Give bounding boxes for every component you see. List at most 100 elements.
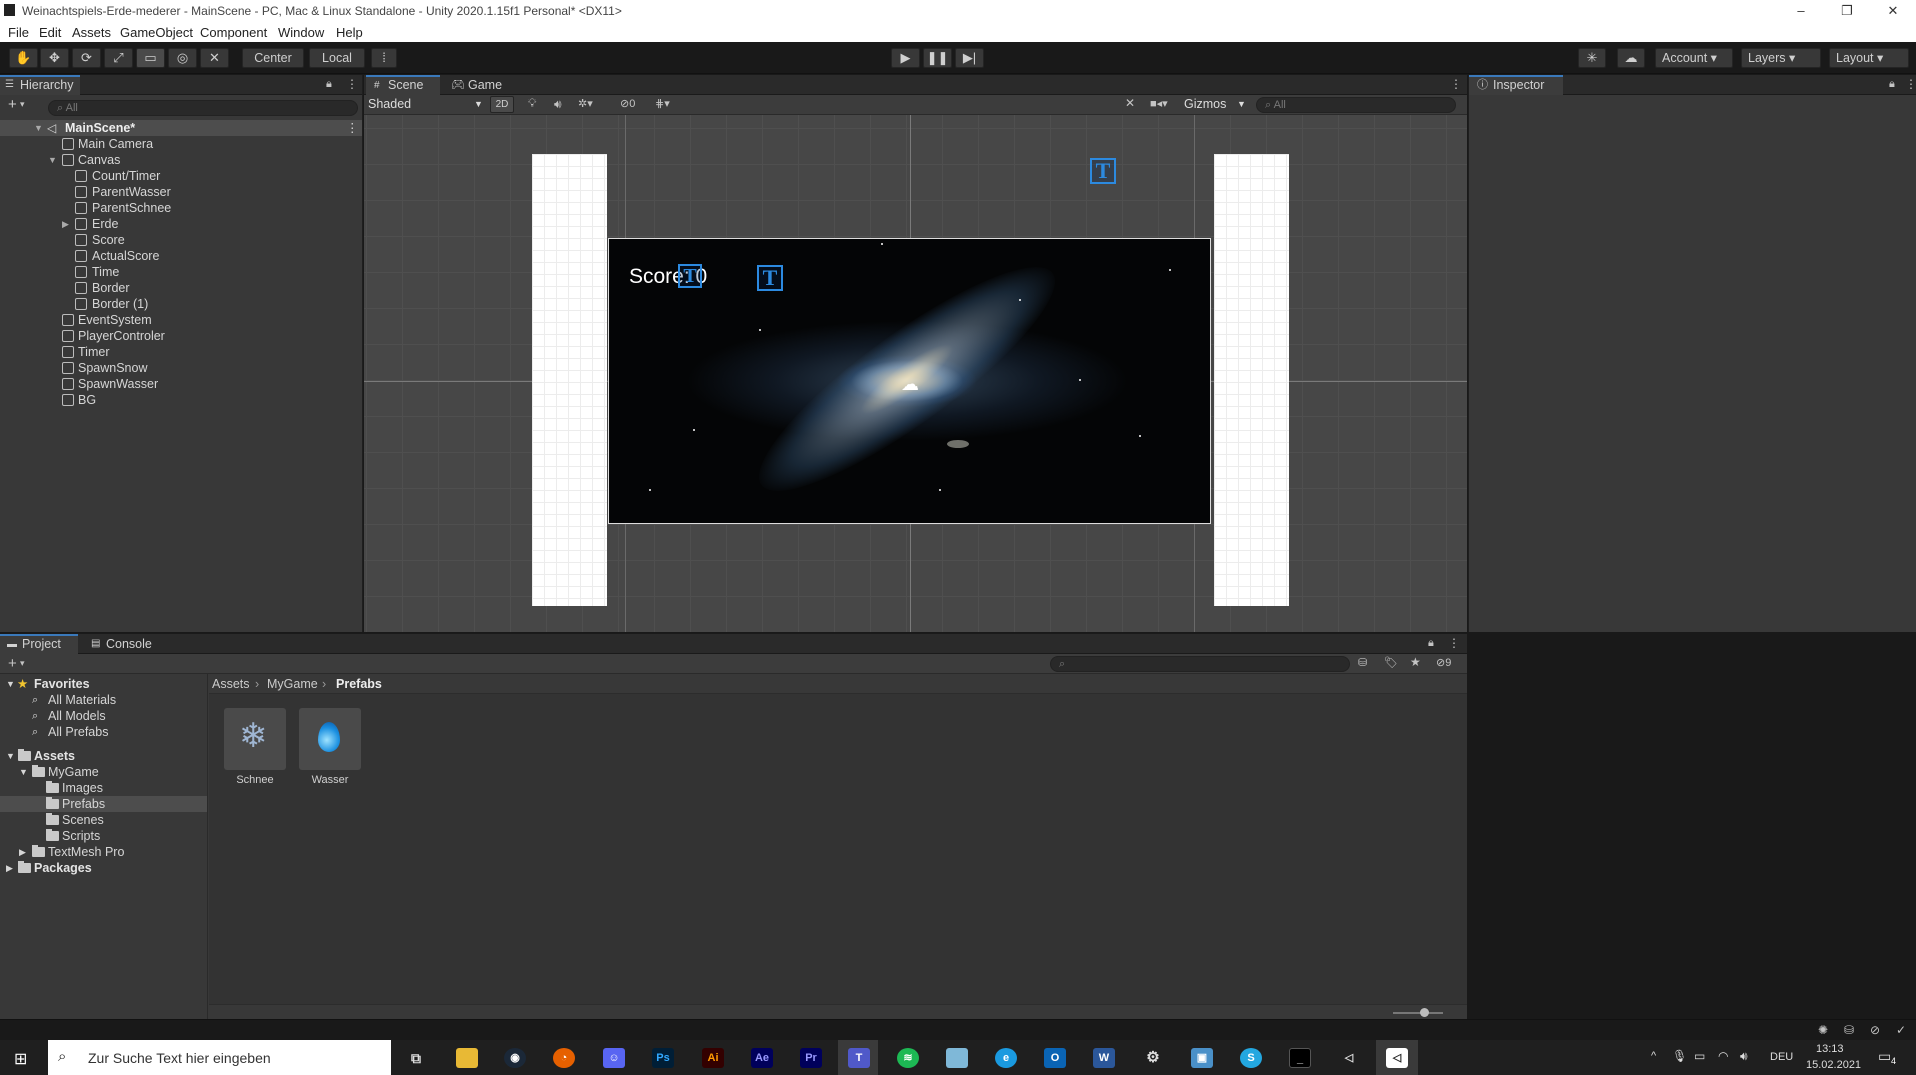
restore-button[interactable]: ❐ [1824,0,1870,22]
hierarchy-item-bg[interactable]: BG [0,392,362,408]
battery-icon[interactable]: ▭ [1694,1049,1705,1063]
pivot-center-toggle[interactable]: Center [242,48,304,68]
add-object-button[interactable]: + [8,96,17,113]
menu-window[interactable]: Window [278,25,324,40]
tab-console[interactable]: ▤ Console [84,634,158,654]
hierarchy-item-spawnwasser[interactable]: SpawnWasser [0,376,362,392]
transform-tool-icon[interactable]: ◎ [168,48,197,68]
breadcrumb-assets[interactable]: Assets [212,674,250,694]
collapse-arrow-icon[interactable]: ▶ [6,860,13,876]
scene-search-input[interactable]: ⌕ All [1256,97,1456,113]
thumbnail-size-slider[interactable] [1393,1012,1443,1014]
cache-server-icon[interactable]: ⛁ [1844,1023,1854,1037]
create-asset-button[interactable]: + [8,655,17,672]
after-effects-icon[interactable]: Ae [751,1048,773,1068]
folder-images[interactable]: Images [0,780,207,796]
hierarchy-item-border[interactable]: Border [0,280,362,296]
hidden-objects-icon[interactable]: ⊘0 [620,97,635,110]
taskbar-search-input[interactable]: ⌕ Zur Suche Text hier eingeben [48,1040,391,1075]
hierarchy-item-score[interactable]: Score [0,232,362,248]
auto-generate-icon[interactable]: ⊘ [1870,1023,1880,1037]
scene-row[interactable]: ▼ ◁ MainScene* ⋮ [0,120,362,136]
cloud-icon[interactable]: ☁ [1617,48,1645,68]
microphone-icon[interactable]: 🎙︎ [1672,1049,1687,1063]
folder-scripts[interactable]: Scripts [0,828,207,844]
search-by-label-icon[interactable]: 🏷︎ [1384,656,1398,669]
project-search-input[interactable]: ⌕ [1050,656,1350,672]
hierarchy-item-parentschnee[interactable]: ParentSchnee [0,200,362,216]
kebab-menu-icon[interactable]: ⋮ [346,77,358,91]
hand-tool-icon[interactable]: ✋ [9,48,38,68]
lock-icon[interactable]: 🔒︎ [1889,78,1895,91]
search-by-type-icon[interactable]: ⛁ [1358,656,1367,669]
hierarchy-item-parentwasser[interactable]: ParentWasser [0,184,362,200]
hierarchy-item-actualscore[interactable]: ActualScore [0,248,362,264]
outlook-icon[interactable]: O [1044,1048,1066,1068]
asset-schnee[interactable]: ❄ Schnee [224,708,286,786]
bug-icon[interactable]: ✺ [1818,1023,1828,1037]
scene-kebab-icon[interactable]: ⋮ [1450,77,1462,91]
discord-icon[interactable]: ☺ [603,1048,625,1068]
minimize-button[interactable]: – [1778,0,1824,22]
expand-arrow-icon[interactable]: ▼ [34,120,43,136]
settings-gear-icon[interactable]: ⚙ [1142,1048,1164,1068]
gizmos-dropdown[interactable]: Gizmos ▼ [1181,96,1247,113]
menu-file[interactable]: File [8,25,29,40]
folder-scenes[interactable]: Scenes [0,812,207,828]
wifi-icon[interactable]: ◠ [1718,1049,1728,1063]
packages-root-row[interactable]: ▶ Packages [0,860,207,876]
progress-check-icon[interactable]: ✓ [1896,1023,1906,1037]
hierarchy-item-canvas[interactable]: ▼ Canvas [0,152,362,168]
textmesh-time-icon[interactable]: T [1090,158,1116,184]
menu-assets[interactable]: Assets [72,25,111,40]
hierarchy-search-input[interactable]: ⌕ All [48,100,358,116]
layers-dropdown[interactable]: Layers ▾ [1741,48,1821,68]
border-left-sprite[interactable] [532,154,607,606]
border-right-sprite[interactable] [1214,154,1289,606]
layout-dropdown[interactable]: Layout ▾ [1829,48,1909,68]
breadcrumb-prefabs[interactable]: Prefabs [336,674,382,694]
tab-scene[interactable]: # Scene [366,75,440,95]
hierarchy-item-eventsystem[interactable]: EventSystem [0,312,362,328]
hierarchy-item-playercontroler[interactable]: PlayerControler [0,328,362,344]
edge-icon[interactable]: e [995,1048,1017,1068]
menu-help[interactable]: Help [336,25,363,40]
textmesh-score-icon[interactable]: T [678,264,702,288]
pause-button[interactable]: ❚❚ [923,48,952,68]
lock-icon[interactable]: 🔒︎ [326,78,332,91]
hidden-packages-icon[interactable]: ⊘9 [1436,656,1451,669]
collapse-arrow-icon[interactable]: ▶ [62,216,69,232]
hierarchy-item-spawnsnow[interactable]: SpawnSnow [0,360,362,376]
hierarchy-item-main-camera[interactable]: Main Camera [0,136,362,152]
scene-viewport[interactable]: Score: 0 T T ☁ T [364,115,1467,632]
menu-component[interactable]: Component [200,25,267,40]
expand-arrow-icon[interactable]: ▼ [48,152,57,168]
clock-time[interactable]: 13:13 [1816,1043,1844,1055]
menu-gameobject[interactable]: GameObject [120,25,193,40]
draw-mode-dropdown[interactable]: Shaded ▼ [368,96,486,113]
folder-prefabs[interactable]: Prefabs [0,796,207,812]
grid-toggle-icon[interactable]: ⋕▾ [655,97,670,110]
notification-icon[interactable]: ▭ [1878,1048,1891,1065]
illustrator-icon[interactable]: Ai [702,1048,724,1068]
rotate-tool-icon[interactable]: ⟳ [72,48,101,68]
clock-date[interactable]: 15.02.2021 [1806,1059,1861,1071]
terminal-icon[interactable]: _ [1289,1048,1311,1068]
unity-editor-icon[interactable]: ◁ [1386,1048,1408,1068]
tab-inspector[interactable]: ⓘ Inspector [1469,75,1563,95]
breadcrumb-mygame[interactable]: MyGame [267,674,318,694]
input-language[interactable]: DEU [1770,1051,1793,1063]
favorite-all-models[interactable]: ⌕ All Models [0,708,207,724]
chevron-down-icon[interactable]: ▾ [20,658,25,669]
remote-desktop-icon[interactable]: ▣ [1191,1048,1213,1068]
task-view-icon[interactable]: ⧉ [405,1048,427,1068]
folder-textmesh-pro[interactable]: ▶ TextMesh Pro [0,844,207,860]
tab-project[interactable]: ▬ Project [0,634,78,654]
lighting-icon[interactable]: 💡︎ [528,96,536,111]
hierarchy-item-time[interactable]: Time [0,264,362,280]
scene-kebab-icon[interactable]: ⋮ [346,120,359,136]
word-icon[interactable]: W [1093,1048,1115,1068]
chevron-up-icon[interactable]: ^ [1651,1050,1656,1062]
unity-hub-icon[interactable]: ◁ [1338,1048,1360,1068]
custom-tool-icon[interactable]: ✕ [200,48,229,68]
